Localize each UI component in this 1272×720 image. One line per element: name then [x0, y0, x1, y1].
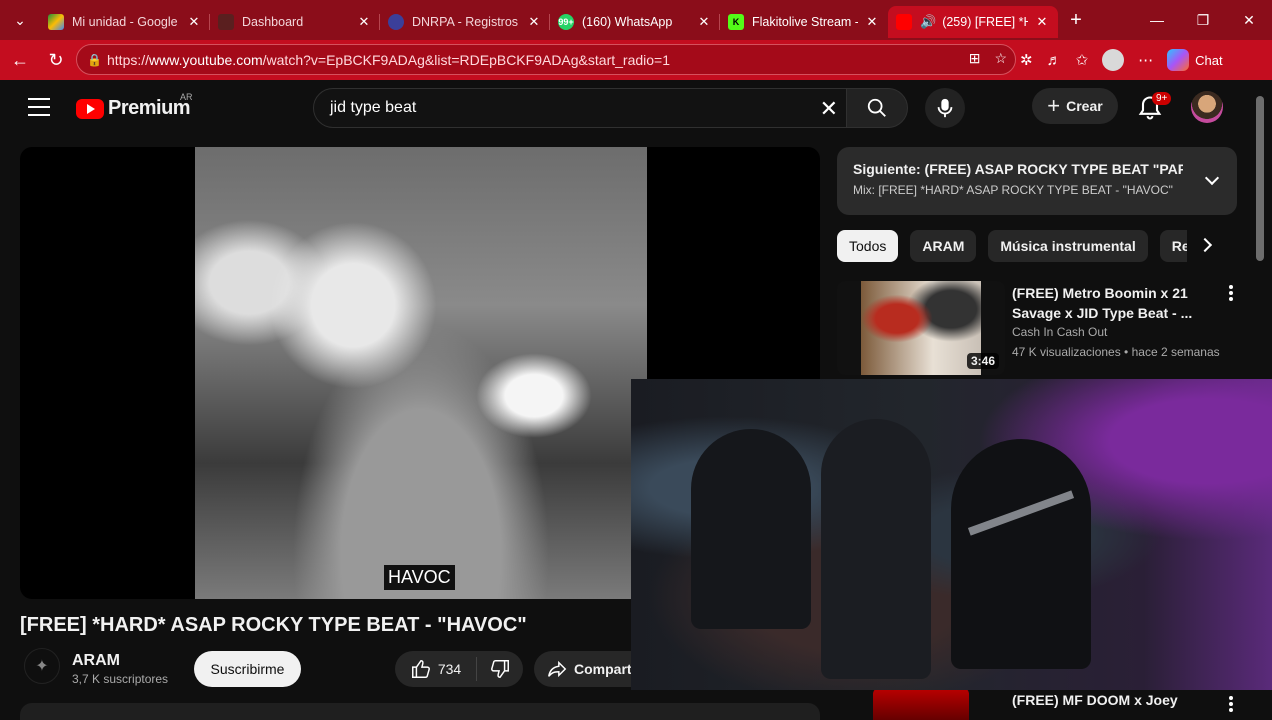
filter-chips: Todos ARAM Música instrumental Relac — [837, 230, 1187, 262]
whatsapp-icon: 99+ — [558, 14, 574, 30]
account-avatar[interactable] — [1191, 91, 1223, 123]
video-caption: HAVOC — [384, 565, 455, 590]
description-box-edge — [20, 703, 820, 720]
speaker-audio-icon[interactable]: 🔊 — [920, 14, 936, 30]
close-tab-icon[interactable]: ✕ — [356, 14, 372, 30]
extensions-bar: ✲ ♬ ✩ ⋯ Chat — [1020, 40, 1223, 80]
search-icon — [867, 98, 886, 117]
favorite-star-icon[interactable]: ☆ — [994, 50, 1007, 67]
thumbs-down-icon — [491, 660, 509, 678]
recommended-title[interactable]: (FREE) Metro Boomin x 21 Savage x JID Ty… — [1012, 283, 1197, 323]
browser-tab-strip: ⌄ Mi unidad - Google D ✕ Dashboard ✕ DNR… — [0, 0, 1272, 40]
restore-icon[interactable]: ❐ — [1180, 0, 1226, 40]
recommended-meta: 47 K visualizaciones • hace 2 semanas — [1012, 345, 1220, 359]
tab-youtube-active[interactable]: 🔊 (259) [FREE] *HAR ✕ — [888, 6, 1058, 38]
more-actions-icon[interactable] — [1229, 696, 1233, 712]
like-button[interactable]: 734 — [395, 657, 477, 681]
close-window-icon[interactable]: ✕ — [1226, 0, 1272, 40]
plus-icon: + — [1047, 93, 1061, 118]
recommended-video[interactable]: 3:46 (FREE) Metro Boomin x 21 Savage x J… — [837, 281, 1237, 375]
up-next-panel[interactable]: Siguiente: (FREE) ASAP ROCKY TYPE BEAT "… — [837, 147, 1237, 215]
lock-icon[interactable]: 🔒 — [87, 53, 103, 67]
close-tab-icon[interactable]: ✕ — [1034, 14, 1050, 30]
browser-essentials-icon[interactable]: ♬ — [1047, 52, 1062, 69]
window-controls: — ❐ ✕ — [1134, 0, 1272, 40]
url-text: https://www.youtube.com/watch?v=EpBCKF9A… — [107, 51, 670, 68]
clear-search-icon[interactable]: ✕ — [820, 96, 838, 122]
close-tab-icon[interactable]: ✕ — [186, 14, 202, 30]
tab-actions-menu-button[interactable]: ⌄ — [0, 0, 40, 40]
dashboard-favicon-icon — [218, 14, 234, 30]
chip-todos[interactable]: Todos — [837, 230, 899, 262]
close-tab-icon[interactable]: ✕ — [526, 14, 542, 30]
youtube-icon — [896, 14, 912, 30]
channel-name[interactable]: ARAM — [72, 652, 120, 670]
address-bar[interactable]: 🔒 https://www.youtube.com/watch?v=EpBCKF… — [76, 44, 1016, 75]
browser-toolbar: ← ↻ 🔒 https://www.youtube.com/watch?v=Ep… — [0, 40, 1272, 80]
search-input[interactable]: jid type beat ✕ — [313, 88, 847, 128]
close-tab-icon[interactable]: ✕ — [864, 14, 880, 30]
webcam-overlay — [631, 379, 1272, 690]
copilot-chat-button[interactable]: Chat — [1167, 49, 1223, 71]
chip-aram[interactable]: ARAM — [910, 230, 977, 262]
extensions-puzzle-icon[interactable]: ✲ — [1020, 51, 1033, 69]
create-button[interactable]: + Crear — [1032, 88, 1118, 124]
recommended-title[interactable]: (FREE) MF DOOM x Joey — [1012, 692, 1178, 708]
youtube-masthead: Premium AR jid type beat ✕ + Crear 9+ — [0, 80, 1272, 136]
tab-google-drive[interactable]: Mi unidad - Google D ✕ — [40, 6, 210, 38]
microphone-icon — [937, 98, 953, 118]
profile-avatar[interactable] — [1102, 49, 1125, 71]
chip-relacionados[interactable]: Relac — [1159, 230, 1187, 262]
google-drive-icon — [48, 14, 64, 30]
recommended-video[interactable]: (FREE) MF DOOM x Joey — [837, 688, 1237, 720]
voice-search-button[interactable] — [925, 88, 965, 128]
subscriber-count: 3,7 K suscriptores — [72, 672, 169, 686]
copilot-icon — [1167, 49, 1190, 71]
video-thumbnail[interactable] — [873, 688, 969, 720]
channel-avatar[interactable]: ✦ — [24, 648, 60, 684]
dislike-button[interactable] — [477, 658, 523, 680]
tab-whatsapp[interactable]: 99+ (160) WhatsApp ✕ — [550, 6, 720, 38]
chevron-right-icon[interactable] — [1197, 237, 1213, 253]
like-dislike-group: 734 — [395, 651, 523, 687]
notification-badge: 9+ — [1152, 92, 1172, 105]
video-thumbnail[interactable]: 3:46 — [837, 281, 1005, 375]
video-frame — [195, 147, 647, 599]
thumbs-up-icon — [411, 660, 430, 678]
search-button[interactable] — [846, 88, 908, 128]
page-scrollbar[interactable] — [1256, 96, 1264, 261]
up-next-title: Siguiente: (FREE) ASAP ROCKY TYPE BEAT "… — [853, 161, 1183, 177]
close-tab-icon[interactable]: ✕ — [696, 14, 712, 30]
youtube-premium-logo[interactable]: Premium AR — [76, 92, 193, 120]
tab-kick-stream[interactable]: K Flakitolive Stream - K ✕ — [720, 6, 888, 38]
minimize-icon[interactable]: — — [1134, 0, 1180, 40]
new-tab-button[interactable]: + — [1058, 9, 1094, 32]
youtube-play-icon — [76, 98, 104, 119]
share-arrow-icon — [548, 660, 567, 678]
tab-dashboard[interactable]: Dashboard ✕ — [210, 6, 380, 38]
tab-dnrpa[interactable]: DNRPA - Registros de ✕ — [380, 6, 550, 38]
more-actions-icon[interactable] — [1229, 285, 1233, 301]
recommended-channel[interactable]: Cash In Cash Out — [1012, 325, 1107, 339]
settings-more-icon[interactable]: ⋯ — [1138, 51, 1153, 69]
dnrpa-favicon-icon — [388, 14, 404, 30]
subscribe-button[interactable]: Suscribirme — [194, 651, 301, 687]
back-arrow-icon[interactable]: ← — [2, 42, 38, 78]
app-available-icon[interactable]: ⊞ — [969, 50, 981, 67]
favorites-icon[interactable]: ✩ — [1076, 51, 1089, 69]
video-title: [FREE] *HARD* ASAP ROCKY TYPE BEAT - "HA… — [20, 614, 527, 636]
video-duration: 3:46 — [966, 353, 999, 369]
kick-icon: K — [728, 14, 744, 30]
reload-icon[interactable]: ↻ — [38, 42, 74, 78]
guide-menu-icon[interactable] — [28, 98, 50, 116]
chip-musica-instrumental[interactable]: Música instrumental — [988, 230, 1148, 262]
mix-title: Mix: [FREE] *HARD* ASAP ROCKY TYPE BEAT … — [853, 183, 1173, 197]
